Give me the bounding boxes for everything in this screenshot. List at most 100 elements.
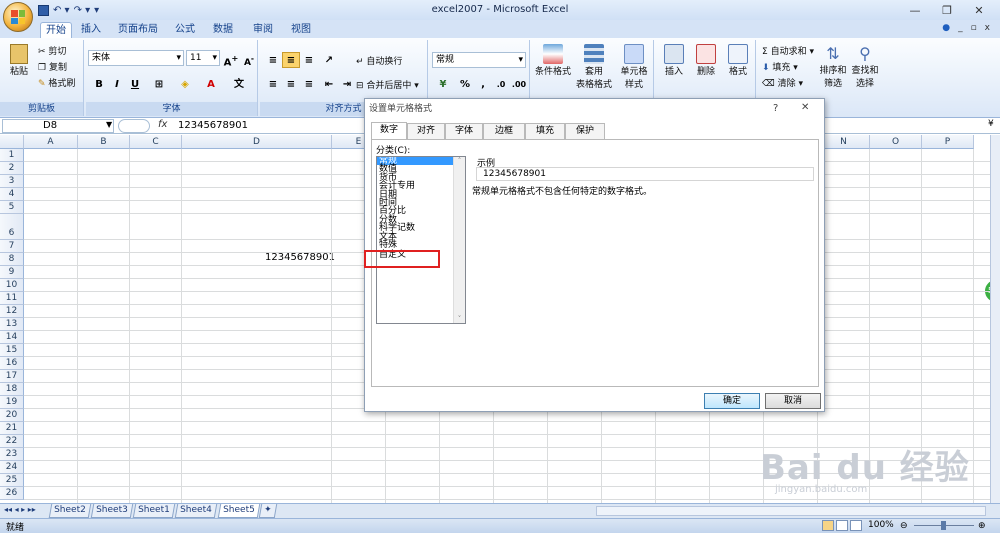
tab-home[interactable]: 开始 — [40, 22, 72, 38]
insert-sheet-icon[interactable]: ✦ — [258, 504, 277, 518]
orientation-icon[interactable]: ↗ — [320, 52, 338, 68]
ok-button[interactable]: 确定 — [704, 393, 760, 409]
row-header[interactable]: 24 — [0, 461, 24, 474]
dialog-help-button[interactable]: ? — [773, 103, 778, 114]
category-list[interactable]: 常规 数值 货币 会计专用 日期 时间 百分比 分数 科学记数 文本 特殊 自定… — [376, 156, 466, 324]
column-header[interactable]: A — [24, 135, 78, 149]
row-header[interactable]: 25 — [0, 474, 24, 487]
row-header[interactable]: 21 — [0, 422, 24, 435]
column-header[interactable]: B — [78, 135, 130, 149]
align-bottom-icon[interactable]: ≡ — [300, 52, 318, 68]
row-header[interactable]: 13 — [0, 318, 24, 331]
percent-button[interactable]: % — [456, 76, 474, 92]
ribbon-minimize-icon[interactable]: _ — [958, 23, 963, 33]
row-header[interactable]: 9 — [0, 266, 24, 279]
column-header[interactable]: C — [130, 135, 182, 149]
tab-page-layout[interactable]: 页面布局 — [114, 22, 162, 38]
font-size-combo[interactable]: 11 ▾ — [186, 50, 220, 66]
chevron-up-icon[interactable]: ˄ — [454, 157, 465, 165]
row-header[interactable]: 7 — [0, 240, 24, 253]
formula-value[interactable]: 12345678901 — [178, 120, 248, 131]
row-header[interactable]: 23 — [0, 448, 24, 461]
chevron-down-icon[interactable]: ▼ — [106, 120, 112, 129]
font-color-icon[interactable]: A — [202, 76, 220, 92]
find-select-button[interactable]: ⚲ 查找和 选择 — [850, 44, 880, 89]
align-center-icon[interactable]: ≡ — [282, 76, 300, 92]
indent-increase-icon[interactable]: ⇥ — [338, 76, 356, 92]
shrink-font-button[interactable]: A- — [240, 50, 258, 68]
row-header[interactable]: 1 — [0, 149, 24, 162]
select-all-corner[interactable] — [0, 135, 24, 149]
indent-decrease-icon[interactable]: ⇤ — [320, 76, 338, 92]
delete-cells-button[interactable]: 删除 — [692, 44, 720, 77]
category-item[interactable]: 特殊 — [377, 240, 465, 249]
normal-view-icon[interactable] — [822, 520, 834, 531]
row-header[interactable]: 17 — [0, 370, 24, 383]
border-icon[interactable]: ⊞ — [150, 76, 168, 92]
autosum-button[interactable]: Σ 自动求和 ▾ — [762, 44, 814, 57]
tab-view[interactable]: 视图 — [288, 22, 314, 38]
dialog-tab-border[interactable]: 边框 — [483, 123, 525, 139]
minimize-button[interactable]: — — [900, 0, 930, 20]
close-button[interactable]: ✕ — [964, 0, 994, 20]
list-scrollbar[interactable]: ˄ ˅ — [453, 157, 465, 323]
ribbon-close-icon[interactable]: x — [985, 23, 990, 33]
tab-data[interactable]: 数据 — [210, 22, 236, 38]
clear-button[interactable]: ⌫ 清除 ▾ — [762, 76, 803, 89]
italic-button[interactable]: I — [108, 76, 126, 92]
row-header[interactable]: 5 — [0, 201, 24, 214]
conditional-format-button[interactable]: 条件格式 — [534, 44, 572, 77]
cell-styles-button[interactable]: 单元格 样式 — [616, 44, 652, 90]
column-header[interactable]: D — [182, 135, 332, 149]
align-middle-icon[interactable]: ≡ — [282, 52, 300, 68]
zoom-thumb[interactable] — [941, 521, 946, 530]
row-header[interactable]: 12 — [0, 305, 24, 318]
row-header[interactable]: 3 — [0, 175, 24, 188]
paste-button[interactable]: 粘贴 — [6, 44, 32, 77]
sheet-tab[interactable]: Sheet1 — [132, 504, 175, 518]
chevron-down-icon[interactable]: ˅ — [454, 315, 465, 323]
row-header[interactable]: 22 — [0, 435, 24, 448]
restore-button[interactable]: ❐ — [932, 0, 962, 20]
office-button[interactable] — [3, 2, 33, 32]
row-header[interactable]: 2 — [0, 162, 24, 175]
row-header[interactable]: 11 — [0, 292, 24, 305]
zoom-out-icon[interactable]: ⊖ — [900, 521, 908, 531]
phonetic-icon[interactable]: 文 — [230, 76, 248, 92]
row-header[interactable]: 15 — [0, 344, 24, 357]
page-layout-view-icon[interactable] — [836, 520, 848, 531]
comma-button[interactable]: , — [474, 76, 492, 92]
currency-icon[interactable]: ¥ — [434, 76, 452, 92]
dialog-close-button[interactable]: ✕ — [801, 102, 809, 113]
sheet-tab[interactable]: Sheet4 — [174, 504, 217, 518]
sheet-tab-active[interactable]: Sheet5 — [217, 504, 260, 518]
insert-function-icon[interactable]: fx — [158, 119, 167, 130]
font-name-combo[interactable]: 宋体 ▾ — [88, 50, 184, 66]
column-header[interactable]: O — [870, 135, 922, 149]
grow-font-button[interactable]: A+ — [222, 50, 240, 68]
row-header[interactable]: 6 — [0, 214, 24, 240]
row-header[interactable]: 16 — [0, 357, 24, 370]
tab-formulas[interactable]: 公式 — [172, 22, 198, 38]
sort-filter-button[interactable]: ⇅ 排序和 筛选 — [818, 44, 848, 89]
row-header[interactable]: 19 — [0, 396, 24, 409]
dialog-tab-alignment[interactable]: 对齐 — [407, 123, 445, 139]
column-header[interactable]: N — [818, 135, 870, 149]
expand-formula-icon[interactable]: ¥ — [988, 119, 994, 129]
increase-decimal-icon[interactable]: .0 — [492, 76, 510, 92]
format-painter-button[interactable]: ✎ 格式刷 — [38, 76, 75, 89]
tab-insert[interactable]: 插入 — [78, 22, 104, 38]
fill-color-icon[interactable]: ◈ — [176, 76, 194, 92]
insert-cells-button[interactable]: 插入 — [660, 44, 688, 77]
sheet-tab[interactable]: Sheet3 — [90, 504, 133, 518]
align-top-icon[interactable]: ≡ — [264, 52, 282, 68]
align-right-icon[interactable]: ≡ — [300, 76, 318, 92]
copy-button[interactable]: ❐ 复制 — [38, 60, 67, 73]
name-box[interactable]: D8 — [2, 119, 114, 133]
dialog-tab-font[interactable]: 字体 — [445, 123, 483, 139]
cut-button[interactable]: ✂ 剪切 — [38, 44, 66, 57]
row-header[interactable]: 26 — [0, 487, 24, 500]
fill-button[interactable]: ⬇ 填充 ▾ — [762, 60, 798, 73]
sheet-tab[interactable]: Sheet2 — [48, 504, 91, 518]
zoom-level[interactable]: 100% — [868, 520, 894, 530]
